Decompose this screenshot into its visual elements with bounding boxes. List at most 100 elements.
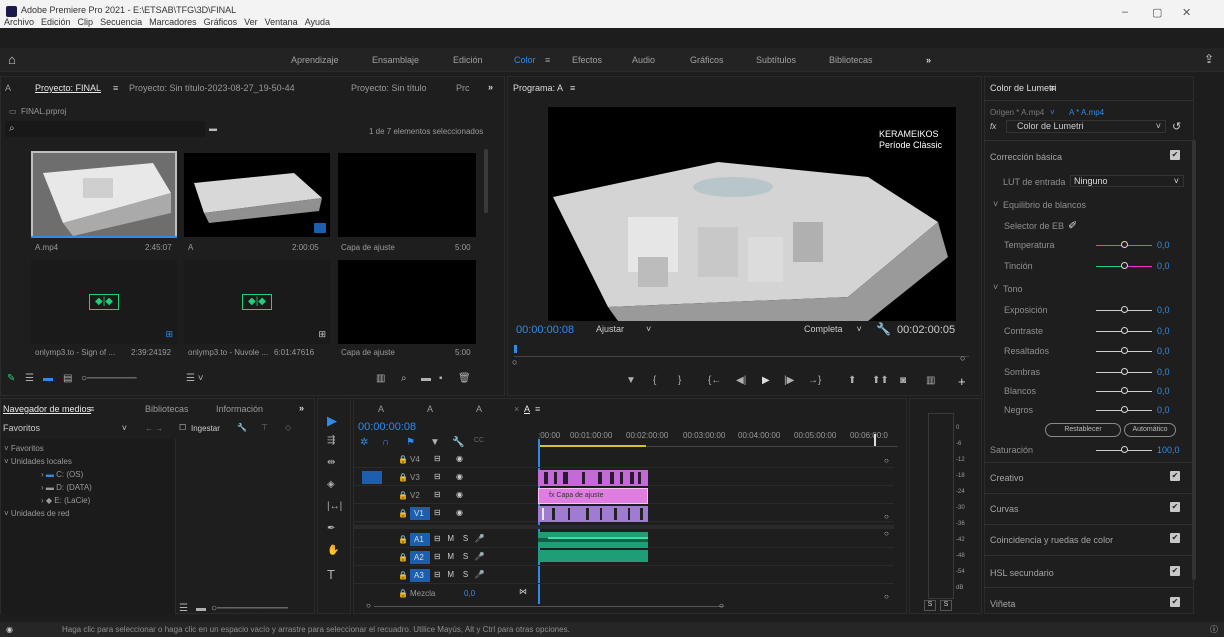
- workspace-menu-icon[interactable]: ≡: [545, 55, 550, 65]
- add-marker-icon[interactable]: ▼: [626, 375, 636, 386]
- whites-knob[interactable]: [1121, 387, 1128, 394]
- lift-icon[interactable]: ⬆: [848, 375, 856, 386]
- thumb-audio-nuvole[interactable]: ◆|◆ ⊞: [184, 260, 330, 344]
- tab-libraries[interactable]: Bibliotecas: [145, 404, 189, 414]
- thumb-a[interactable]: [184, 153, 330, 237]
- wrench-icon[interactable]: 🔧: [452, 437, 464, 448]
- highlights-knob[interactable]: [1121, 347, 1128, 354]
- mix-value[interactable]: 0,0: [464, 589, 475, 598]
- pencil-icon[interactable]: ✎: [7, 373, 15, 384]
- add-button-icon[interactable]: +: [958, 374, 966, 389]
- share-icon[interactable]: ⇪: [1204, 52, 1214, 66]
- info-icon[interactable]: ⓘ: [1210, 624, 1218, 635]
- lumetri-source[interactable]: Origen * A.mp4: [990, 108, 1044, 117]
- more-tabs-icon[interactable]: »: [488, 82, 493, 92]
- track-select-icon[interactable]: ⇶: [327, 435, 335, 446]
- home-icon[interactable]: ⌂: [8, 52, 16, 67]
- effect-dropdown[interactable]: Color de Lumetri ˅: [1006, 120, 1166, 133]
- auto-button[interactable]: Automático: [1124, 423, 1176, 437]
- workspace-color[interactable]: Color: [514, 55, 536, 65]
- thumb-capa-de-ajuste[interactable]: [338, 153, 476, 237]
- tab-info[interactable]: Información: [216, 404, 263, 414]
- menu-marcadores[interactable]: Marcadores: [149, 17, 197, 27]
- back-forward-icon[interactable]: ← →: [145, 424, 163, 433]
- timeline-tab-2[interactable]: A: [427, 404, 433, 414]
- minimize-button[interactable]: –: [1122, 6, 1128, 18]
- workspace-graficos[interactable]: Gráficos: [690, 55, 724, 65]
- marker-icon[interactable]: ▼: [430, 437, 440, 448]
- playhead[interactable]: [514, 345, 517, 353]
- program-scrubber[interactable]: [514, 345, 969, 357]
- exposure-knob[interactable]: [1121, 306, 1128, 313]
- source-chevron-icon[interactable]: ˅: [1050, 108, 1055, 117]
- zoom-end-handle[interactable]: ○: [719, 601, 724, 610]
- menu-ventana[interactable]: Ventana: [265, 17, 298, 27]
- tree-drive-c[interactable]: › ▬ C: (OS): [41, 470, 83, 479]
- section-basic-correction[interactable]: Corrección básica: [990, 152, 1062, 162]
- workspace-bibliotecas[interactable]: Bibliotecas: [829, 55, 873, 65]
- list-view-icon[interactable]: ☰: [25, 373, 34, 384]
- sort-icon[interactable]: ☰ ˅: [186, 373, 204, 384]
- section-hsl-secondary[interactable]: HSL secundario: [990, 568, 1054, 578]
- timeline-tab-3[interactable]: A: [476, 404, 482, 414]
- curves-checkbox[interactable]: ✔: [1170, 502, 1180, 512]
- timeline-timecode[interactable]: 00:00:00:08: [358, 421, 416, 433]
- captions-icon[interactable]: CC: [474, 437, 484, 444]
- clip-v1-a[interactable]: [538, 506, 648, 522]
- quality-dropdown[interactable]: Completa ˅: [804, 324, 874, 338]
- filter-icon[interactable]: ⊤: [261, 423, 268, 432]
- tab-a[interactable]: A: [5, 83, 11, 93]
- menu-ver[interactable]: Ver: [244, 17, 258, 27]
- tab-menu-icon[interactable]: ≡: [113, 83, 118, 93]
- more-tabs-icon[interactable]: »: [299, 403, 304, 413]
- menu-graficos[interactable]: Gráficos: [204, 17, 238, 27]
- timeline-tab-1[interactable]: A: [378, 404, 384, 414]
- workspace-edicion[interactable]: Edición: [453, 55, 483, 65]
- workspace-aprendizaje[interactable]: Aprendizaje: [291, 55, 339, 65]
- temperature-knob[interactable]: [1121, 241, 1128, 248]
- workspace-subtitulos[interactable]: Subtítulos: [756, 55, 796, 65]
- tree-drive-d[interactable]: › ▬ D: (DATA): [41, 483, 92, 492]
- wrench-icon[interactable]: 🔧: [876, 322, 891, 336]
- contrast-knob[interactable]: [1121, 327, 1128, 334]
- project-search-input[interactable]: ⌕: [5, 121, 205, 137]
- creative-checkbox[interactable]: ✔: [1170, 471, 1180, 481]
- hsl-checkbox[interactable]: ✔: [1170, 566, 1180, 576]
- zoom-slider-icon[interactable]: ○───────: [81, 373, 137, 384]
- workspace-audio[interactable]: Audio: [632, 55, 655, 65]
- linked-icon[interactable]: ⚑: [406, 437, 415, 448]
- zoom-end-handle[interactable]: ○: [960, 353, 965, 363]
- new-item-icon[interactable]: ▪: [439, 373, 443, 384]
- step-forward-icon[interactable]: |▶: [784, 375, 794, 386]
- tint-value[interactable]: 0,0: [1157, 261, 1170, 271]
- extract-icon[interactable]: ⬆⬆: [872, 375, 889, 386]
- thumb-a-mp4[interactable]: [31, 151, 177, 238]
- play-icon[interactable]: ▶: [762, 375, 770, 386]
- workspace-efectos[interactable]: Efectos: [572, 55, 602, 65]
- program-timecode[interactable]: 00:00:00:08: [516, 324, 574, 336]
- pen-icon[interactable]: ✒: [327, 523, 335, 534]
- more-workspaces-icon[interactable]: »: [926, 55, 931, 65]
- menu-secuencia[interactable]: Secuencia: [100, 17, 142, 27]
- section-color-wheels[interactable]: Coincidencia y ruedas de color: [990, 535, 1113, 545]
- icon-view-icon[interactable]: ▬: [43, 373, 53, 384]
- selection-tool-icon[interactable]: ▶: [327, 413, 337, 429]
- timeline-ruler[interactable]: :00:00 00:01:00:00 00:02:00:00 00:03:00:…: [538, 429, 898, 449]
- freeform-view-icon[interactable]: ▤: [63, 373, 72, 384]
- program-menu-icon[interactable]: ≡: [570, 83, 575, 93]
- timeline-tab-active[interactable]: A: [524, 404, 530, 414]
- lumetri-menu-icon[interactable]: ≡: [1050, 83, 1055, 93]
- lumetri-target[interactable]: A * A.mp4: [1069, 108, 1104, 117]
- close-tab-icon[interactable]: ×: [514, 404, 519, 414]
- color-wheels-checkbox[interactable]: ✔: [1170, 533, 1180, 543]
- clip-a1-audio[interactable]: [538, 532, 648, 548]
- shadows-knob[interactable]: [1121, 368, 1128, 375]
- trash-icon[interactable]: 🗑: [458, 373, 471, 384]
- tab-project-final[interactable]: Proyecto: FINAL: [35, 83, 101, 93]
- chevron-down-icon[interactable]: ˅: [993, 282, 998, 292]
- thumb-audio-sign[interactable]: ◆|◆ ⊞: [31, 260, 177, 344]
- shadows-value[interactable]: 0,0: [1157, 367, 1170, 377]
- workspace-ensamblaje[interactable]: Ensamblaje: [372, 55, 419, 65]
- camera-icon[interactable]: ◙: [900, 375, 906, 386]
- tab-project-sin-titulo[interactable]: Proyecto: Sin título: [351, 83, 427, 93]
